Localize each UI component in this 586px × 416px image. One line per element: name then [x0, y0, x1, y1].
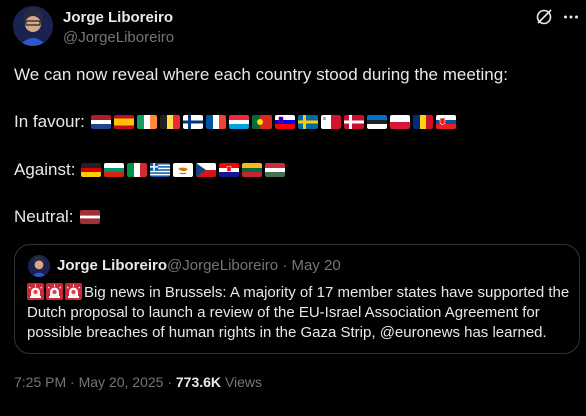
malta-flag	[320, 115, 341, 129]
neutral-flags	[79, 210, 103, 224]
quote-avatar[interactable]	[28, 255, 50, 277]
tweet-intro-text: We can now reveal where each country sto…	[14, 65, 508, 84]
denmark-flag	[343, 115, 364, 129]
in-favour-line: In favour:	[14, 112, 459, 132]
tweet-meta: 7:25 PM · May 20, 2025 · 773.6K Views	[14, 374, 262, 390]
sweden-flag	[297, 115, 318, 129]
italy-flag	[127, 163, 148, 177]
meta-separator: ·	[167, 374, 172, 390]
against-flags	[81, 163, 288, 177]
spain-flag	[113, 115, 134, 129]
croatia-flag	[219, 163, 240, 177]
in-favour-label: In favour:	[14, 112, 85, 131]
tweet-date[interactable]: May 20, 2025	[79, 374, 164, 390]
portugal-flag	[251, 115, 272, 129]
quote-author-handle: @JorgeLiboreiro	[167, 257, 279, 274]
hungary-flag	[265, 163, 286, 177]
quote-text: Big news in Brussels: A majority of 17 m…	[27, 284, 570, 341]
avatar[interactable]	[13, 6, 53, 46]
views-label: Views	[224, 374, 263, 390]
bulgaria-flag	[104, 163, 125, 177]
luxembourg-flag	[228, 115, 249, 129]
author-name[interactable]: Jorge Liboreiro	[63, 9, 173, 26]
cyprus-flag	[173, 163, 194, 177]
poland-flag	[389, 115, 410, 129]
quoted-tweet[interactable]: Jorge Liboreiro @JorgeLiboreiro · May 20…	[14, 244, 580, 354]
more-options-icon[interactable]	[563, 9, 579, 25]
romania-flag	[412, 115, 433, 129]
quote-author-meta[interactable]: @JorgeLiboreiro · May 20	[167, 257, 341, 274]
finland-flag	[182, 115, 203, 129]
tweet-time[interactable]: 7:25 PM	[14, 374, 66, 390]
siren-icon	[46, 283, 63, 300]
against-label: Against:	[14, 160, 76, 179]
lithuania-flag	[242, 163, 263, 177]
slovenia-flag	[274, 115, 295, 129]
latvia-flag	[79, 210, 100, 224]
netherlands-flag	[90, 115, 111, 129]
meta-separator: ·	[70, 374, 75, 390]
slovakia-flag	[435, 115, 456, 129]
siren-icon	[65, 283, 82, 300]
quote-date[interactable]: May 20	[291, 257, 340, 274]
quote-separator: ·	[282, 257, 288, 274]
neutral-label: Neutral:	[14, 207, 74, 226]
against-line: Against:	[14, 160, 288, 180]
in-favour-flags	[90, 115, 459, 129]
greece-flag	[150, 163, 171, 177]
views-count: 773.6K	[175, 374, 222, 390]
quote-body: Big news in Brussels: A majority of 17 m…	[27, 283, 575, 343]
germany-flag	[81, 163, 102, 177]
czechia-flag	[196, 163, 217, 177]
neutral-line: Neutral:	[14, 207, 103, 227]
grok-icon[interactable]	[535, 8, 553, 26]
author-handle[interactable]: @JorgeLiboreiro	[63, 29, 174, 46]
france-flag	[205, 115, 226, 129]
ireland-flag	[136, 115, 157, 129]
estonia-flag	[366, 115, 387, 129]
belgium-flag	[159, 115, 180, 129]
siren-icon	[27, 283, 44, 300]
quote-author-name[interactable]: Jorge Liboreiro	[57, 257, 167, 274]
